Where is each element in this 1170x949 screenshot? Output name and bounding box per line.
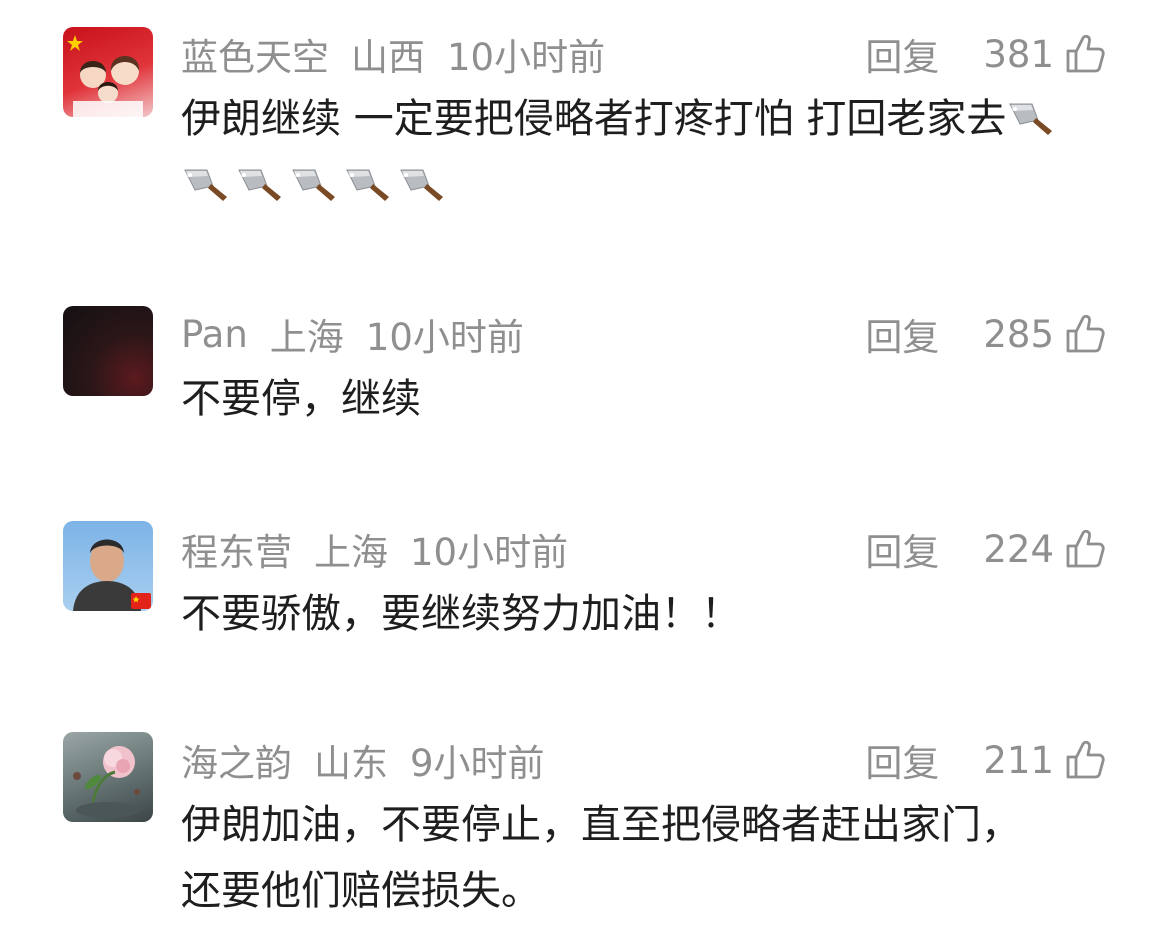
comment-text-block: 不要骄傲，要继续努力加油！！ (181, 581, 1101, 647)
comment-item: 蓝色天空 山西 10小时前 回复 381 伊朗继续 一定要把侵略者打疼打怕 打回… (0, 0, 1170, 260)
thumbs-up-icon[interactable] (1064, 33, 1106, 75)
like-count: 285 (983, 312, 1054, 356)
username[interactable]: Pan (181, 313, 248, 356)
comment-text: 不要停，继续 (181, 376, 421, 422)
username[interactable]: 蓝色天空 (181, 27, 329, 81)
like-count: 381 (983, 32, 1054, 76)
comment-meta: 蓝色天空 山西 10小时前 (181, 27, 627, 81)
dark-photo-icon (63, 306, 153, 396)
thumbs-up-icon[interactable] (1064, 313, 1106, 355)
comment-text: 伊朗继续 一定要把侵略者打疼打怕 打回老家去 (181, 96, 1007, 142)
comment-meta: 海之韵 山东 9小时前 (181, 733, 567, 787)
username[interactable]: 程东营 (181, 522, 292, 576)
thumbs-up-icon[interactable] (1064, 739, 1106, 781)
comment-text-block: 不要停，继续 (181, 366, 1101, 432)
comment-meta: Pan 上海 10小时前 (181, 310, 546, 360)
timestamp: 9小时前 (410, 742, 545, 785)
flower-painting-icon (73, 746, 140, 818)
location: 山东 (314, 742, 388, 785)
kitchen-knife-icon (343, 164, 393, 204)
comment-actions: 回复 285 (865, 307, 1106, 361)
kitchen-knife-icon (181, 164, 231, 204)
comment-item: 海之韵 山东 9小时前 回复 211 伊朗加油，不要停止，直至把侵略者赶出家门，… (0, 716, 1170, 949)
family-cartoon-icon (67, 35, 143, 117)
comment-actions: 回复 211 (865, 733, 1106, 787)
location: 上海 (314, 531, 388, 574)
location: 上海 (269, 316, 344, 359)
kitchen-knife-icon (1006, 98, 1056, 138)
kitchen-knife-icon (235, 164, 285, 204)
username[interactable]: 海之韵 (181, 733, 292, 787)
comment-meta: 程东营 上海 10小时前 (181, 522, 590, 576)
kitchen-knife-icon (289, 164, 339, 204)
user-avatar[interactable] (63, 27, 153, 117)
thumbs-up-icon[interactable] (1064, 528, 1106, 570)
reply-button[interactable]: 回复 (865, 522, 939, 576)
reply-button[interactable]: 回复 (865, 27, 939, 81)
comment-text: 伊朗加油，不要停止，直至把侵略者赶出家门，还要他们赔偿损失。 (181, 802, 1021, 914)
like-count: 224 (983, 527, 1054, 571)
user-avatar[interactable] (63, 306, 153, 396)
comment-item: Pan 上海 10小时前 回复 285 不要停，继续 (0, 290, 1170, 470)
timestamp: 10小时前 (447, 36, 606, 79)
comment-actions: 回复 381 (865, 27, 1106, 81)
like-count: 211 (983, 738, 1054, 782)
reply-button[interactable]: 回复 (865, 307, 939, 361)
comment-text: 不要骄傲，要继续努力加油！！ (181, 591, 741, 637)
kitchen-knife-icon (397, 164, 447, 204)
comment-text-block: 伊朗加油，不要停止，直至把侵略者赶出家门，还要他们赔偿损失。 (181, 792, 1041, 924)
timestamp: 10小时前 (410, 531, 569, 574)
reply-button[interactable]: 回复 (865, 733, 939, 787)
comment-item: 程东营 上海 10小时前 回复 224 不要骄傲，要继续努力加油！！ (0, 505, 1170, 685)
portrait-photo-icon (73, 539, 151, 611)
comment-text-block: 伊朗继续 一定要把侵略者打疼打怕 打回老家去 (181, 86, 1101, 218)
user-avatar[interactable] (63, 521, 153, 611)
comment-actions: 回复 224 (865, 522, 1106, 576)
user-avatar[interactable] (63, 732, 153, 822)
location: 山西 (351, 36, 425, 79)
timestamp: 10小时前 (365, 316, 524, 359)
